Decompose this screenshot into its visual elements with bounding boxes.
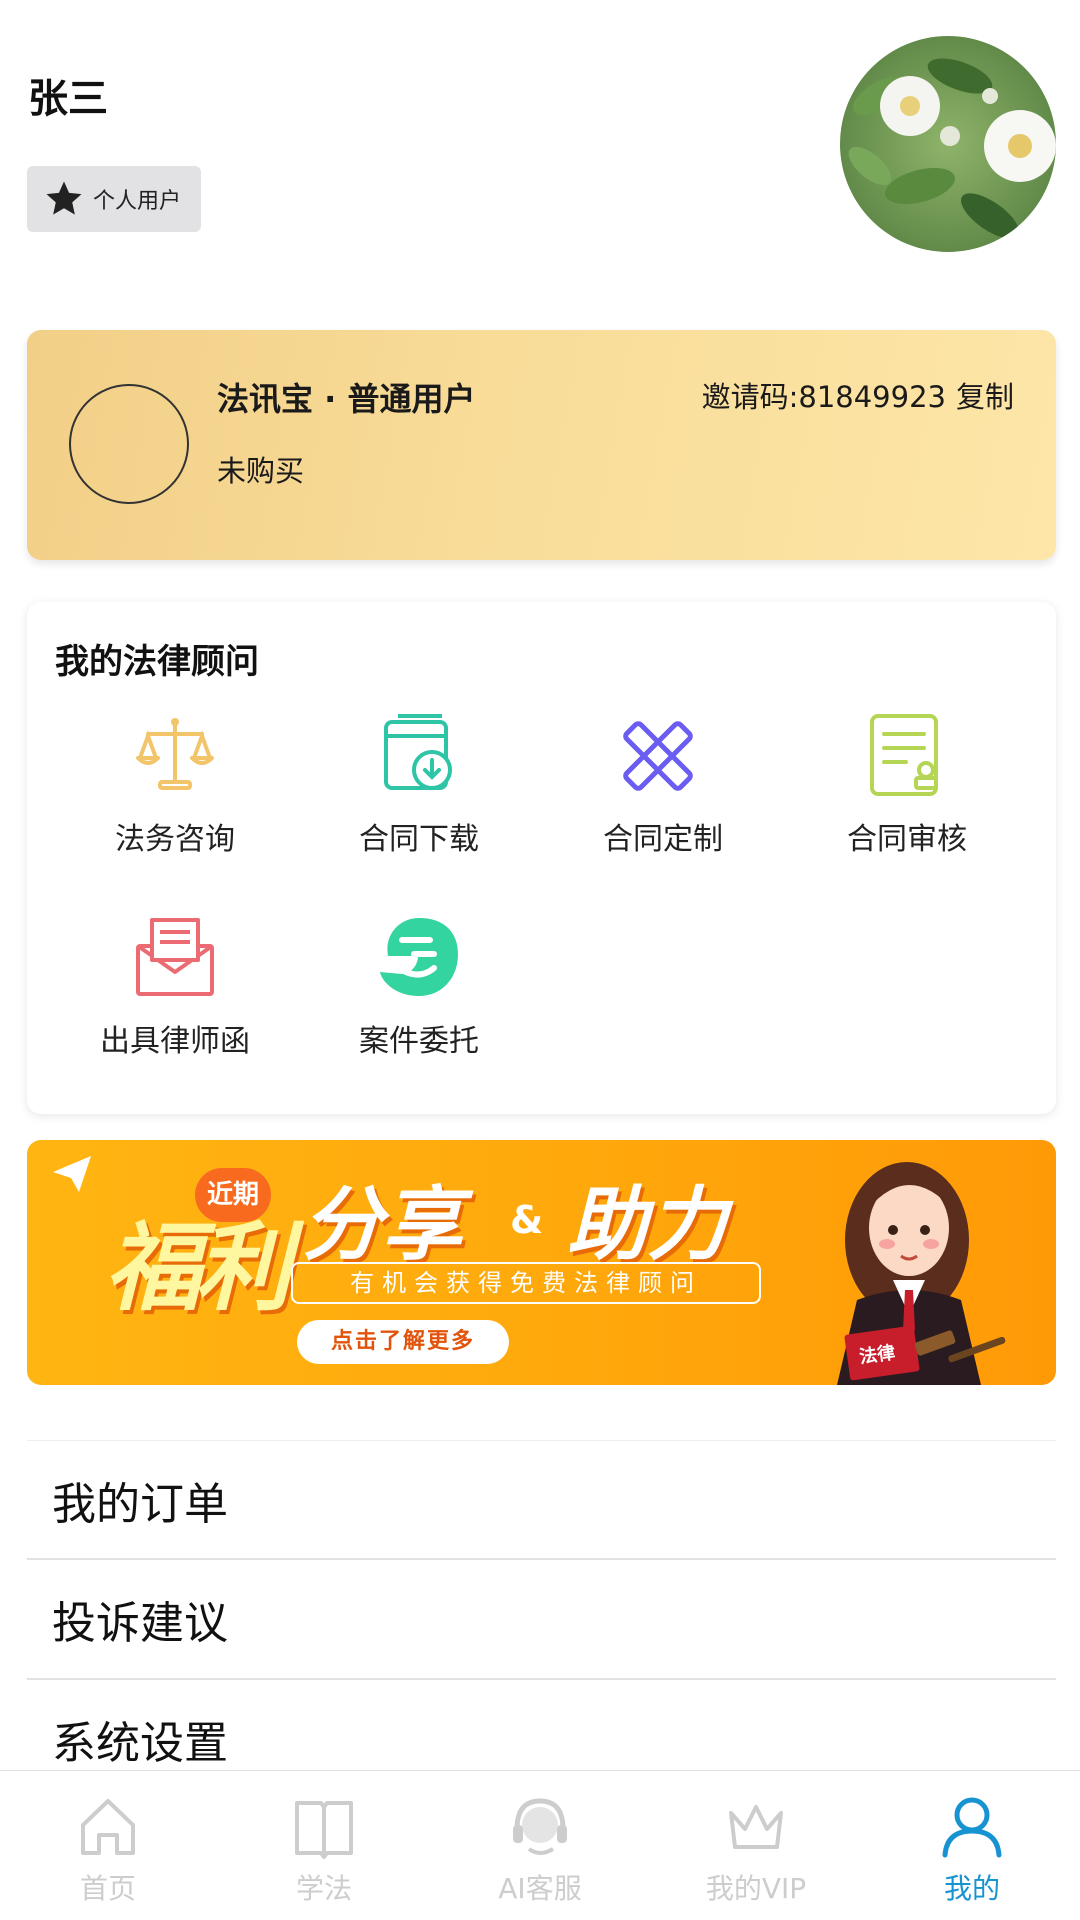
banner-subtitle: 有机会获得免费法律顾问 [291,1262,761,1304]
service-label: 法务咨询 [115,822,235,857]
nav-item-learn-law[interactable]: 学法 [216,1771,432,1920]
legal-advisor-title: 我的法律顾问 [55,642,259,682]
nav-label: 我的VIP [705,1872,807,1905]
headset-icon [513,1798,567,1855]
user-icon [942,1797,1002,1858]
membership-status: 未购买 [217,454,305,488]
legal-advisor-card: 我的法律顾问 法务咨询 合同下载 合同定制 合同审核 出具律师函 案件委托 [27,602,1056,1114]
invite-code: 邀请码:81849923 复制 [702,374,1014,416]
membership-title: 法讯宝 · 普通用户 [217,380,476,418]
user-type-label: 个人用户 [93,189,182,214]
service-legal-consult[interactable]: 法务咨询 [75,710,275,858]
banner-help-text: 助力 [567,1178,727,1271]
nav-label: 学法 [295,1872,352,1905]
service-lawyer-letter[interactable]: 出具律师函 [75,912,275,1060]
document-review-icon [870,714,938,796]
banner-share-text: 分享 [302,1178,462,1271]
paper-plane-icon [53,1156,91,1192]
nav-item-ai-service[interactable]: AI客服 [432,1771,648,1920]
book-icon [295,1801,353,1859]
star-icon [46,181,82,215]
membership-avatar-placeholder [69,384,189,504]
menu-item-complaints[interactable]: 投诉建议 [27,1560,1056,1680]
contract-download-icon [384,714,452,790]
scales-icon [136,718,214,790]
service-label: 案件委托 [359,1024,479,1059]
service-contract-review[interactable]: 合同审核 [807,710,1007,858]
service-label: 合同定制 [603,822,723,857]
lawyer-illustration: 法律 [837,1162,1006,1385]
nav-label: 我的 [943,1872,1000,1905]
menu-item-my-orders[interactable]: 我的订单 [27,1440,1056,1560]
home-icon [81,1799,135,1855]
banner-learn-more-button[interactable]: 点击了解更多 [297,1320,509,1364]
nav-item-mine[interactable]: 我的 [864,1771,1080,1920]
service-case-entrust[interactable]: 案件委托 [319,912,519,1060]
pencil-ruler-icon [623,721,693,791]
user-type-badge: 个人用户 [27,166,201,232]
promo-banner[interactable]: 福利 近期 分享 & 助力 有机会获得免费法律顾问 点击了解更多 法律 [27,1140,1056,1385]
crown-icon [729,1805,783,1849]
bottom-nav: 首页 学法 AI客服 我的VIP 我的 [0,1770,1080,1920]
invite-code-label: 邀请码:81849923 [701,380,946,414]
service-label: 合同审核 [847,822,967,857]
nav-label: AI客服 [498,1872,582,1905]
banner-amp: & [510,1198,544,1242]
service-label: 合同下载 [359,822,479,857]
envelope-letter-icon [136,918,214,996]
user-name: 张三 [28,76,108,122]
hand-e-icon [380,918,458,996]
copy-invite-button[interactable]: 复制 [956,380,1014,414]
nav-item-home[interactable]: 首页 [0,1771,216,1920]
service-contract-download[interactable]: 合同下载 [319,710,519,858]
service-label: 出具律师函 [100,1024,250,1059]
nav-label: 首页 [79,1872,136,1905]
banner-recent-tag: 近期 [195,1168,271,1222]
nav-item-my-vip[interactable]: 我的VIP [648,1771,864,1920]
settings-menu-list: 我的订单 投诉建议 系统设置 [27,1440,1056,1800]
avatar[interactable] [840,36,1056,252]
avatar-image [840,36,1056,252]
service-contract-custom[interactable]: 合同定制 [563,710,763,858]
membership-card[interactable]: 法讯宝 · 普通用户 未购买 邀请码:81849923 复制 [27,330,1056,560]
